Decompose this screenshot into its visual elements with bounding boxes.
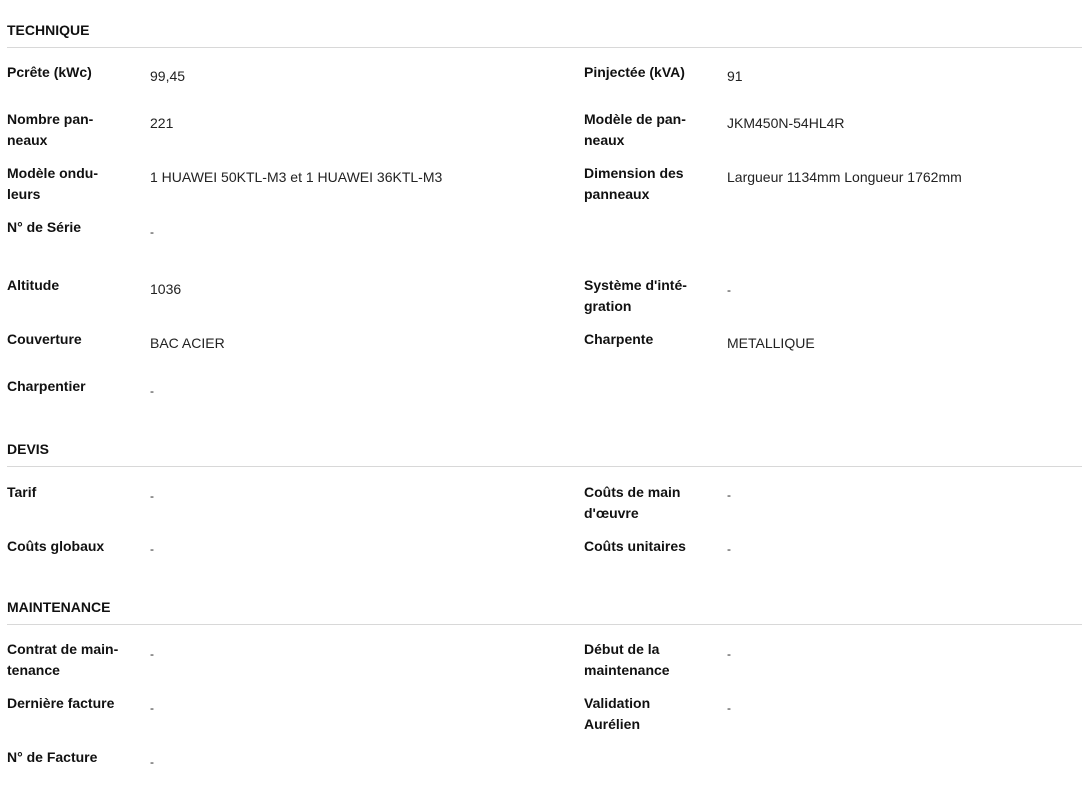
- validation-value: -: [727, 701, 731, 715]
- altitude-label: Altitude: [7, 277, 60, 293]
- section-title-devis: DEVIS: [7, 441, 50, 457]
- nombre-panneaux-label-line2: neaux: [7, 132, 48, 148]
- validation-label-line1: Validation: [584, 695, 651, 711]
- modele-panneaux-label-line1: Modèle de pan-: [584, 111, 686, 127]
- derniere-facture-value: -: [150, 701, 154, 715]
- modele-onduleurs-label: Modèle ondu- leurs: [7, 163, 127, 205]
- systeme-integration-value: -: [727, 283, 731, 297]
- validation-label-line2: Aurélien: [584, 716, 641, 732]
- charpente-value: METALLIQUE: [727, 335, 815, 351]
- charpentier-label: Charpentier: [7, 378, 86, 394]
- couts-unitaires-label: Coûts unitaires: [584, 538, 686, 554]
- numero-facture-label: N° de Facture: [7, 749, 98, 765]
- nombre-panneaux-label: Nombre pan- neaux: [7, 109, 127, 151]
- tarif-value: -: [150, 489, 154, 503]
- section-title-technique: TECHNIQUE: [7, 22, 90, 38]
- contrat-maintenance-label-line2: tenance: [7, 662, 60, 678]
- dimension-panneaux-value: Largueur 1134mm Longueur 1762mm: [727, 169, 962, 185]
- section-divider: [7, 47, 1082, 48]
- altitude-value: 1036: [150, 281, 182, 297]
- systeme-integration-label: Système d'inté- gration: [584, 275, 704, 317]
- debut-maintenance-value: -: [727, 647, 731, 661]
- debut-maintenance-label-line2: maintenance: [584, 662, 670, 678]
- modele-onduleurs-label-line2: leurs: [7, 186, 41, 202]
- nombre-panneaux-label-line1: Nombre pan-: [7, 111, 94, 127]
- couts-main-oeuvre-label-line2: d'œuvre: [584, 505, 639, 521]
- section-divider: [7, 466, 1082, 467]
- charpente-label: Charpente: [584, 331, 654, 347]
- validation-label: Validation Aurélien: [584, 693, 704, 735]
- nombre-panneaux-value: 221: [150, 115, 174, 131]
- modele-onduleurs-value: 1 HUAWEI 50KTL-M3 et 1 HUAWEI 36KTL-M3: [150, 169, 443, 185]
- debut-maintenance-label: Début de la maintenance: [584, 639, 704, 681]
- pcrete-label: Pcrête (kWc): [7, 64, 92, 80]
- section-divider: [7, 624, 1082, 625]
- modele-onduleurs-label-line1: Modèle ondu-: [7, 165, 98, 181]
- systeme-integration-label-line2: gration: [584, 298, 632, 314]
- contrat-maintenance-value: -: [150, 647, 154, 661]
- dimension-panneaux-label: Dimension des panneaux: [584, 163, 704, 205]
- couts-main-oeuvre-label-line1: Coûts de main: [584, 484, 681, 500]
- tarif-label: Tarif: [7, 484, 37, 500]
- couts-unitaires-value: -: [727, 542, 731, 556]
- contrat-maintenance-label: Contrat de main- tenance: [7, 639, 127, 681]
- systeme-integration-label-line1: Système d'inté-: [584, 277, 687, 293]
- numero-serie-label: N° de Série: [7, 219, 82, 235]
- pinjectee-label: Pinjectée (kVA): [584, 64, 685, 80]
- couts-main-oeuvre-label: Coûts de main d'œuvre: [584, 482, 704, 524]
- modele-panneaux-label: Modèle de pan- neaux: [584, 109, 704, 151]
- derniere-facture-label: Dernière facture: [7, 695, 115, 711]
- couverture-value: BAC ACIER: [150, 335, 225, 351]
- section-title-maintenance: MAINTENANCE: [7, 599, 111, 615]
- contrat-maintenance-label-line1: Contrat de main-: [7, 641, 119, 657]
- couts-globaux-label: Coûts globaux: [7, 538, 105, 554]
- numero-serie-value: -: [150, 225, 154, 239]
- couts-main-oeuvre-value: -: [727, 488, 731, 502]
- numero-facture-value: -: [150, 755, 154, 769]
- dimension-panneaux-label-line1: Dimension des: [584, 165, 684, 181]
- couverture-label: Couverture: [7, 331, 82, 347]
- pcrete-value: 99,45: [150, 68, 186, 84]
- charpentier-value: -: [150, 384, 154, 398]
- dimension-panneaux-label-line2: panneaux: [584, 186, 650, 202]
- debut-maintenance-label-line1: Début de la: [584, 641, 660, 657]
- modele-panneaux-label-line2: neaux: [584, 132, 625, 148]
- modele-panneaux-value: JKM450N-54HL4R: [727, 115, 845, 131]
- couts-globaux-value: -: [150, 542, 154, 556]
- pinjectee-value: 91: [727, 68, 743, 84]
